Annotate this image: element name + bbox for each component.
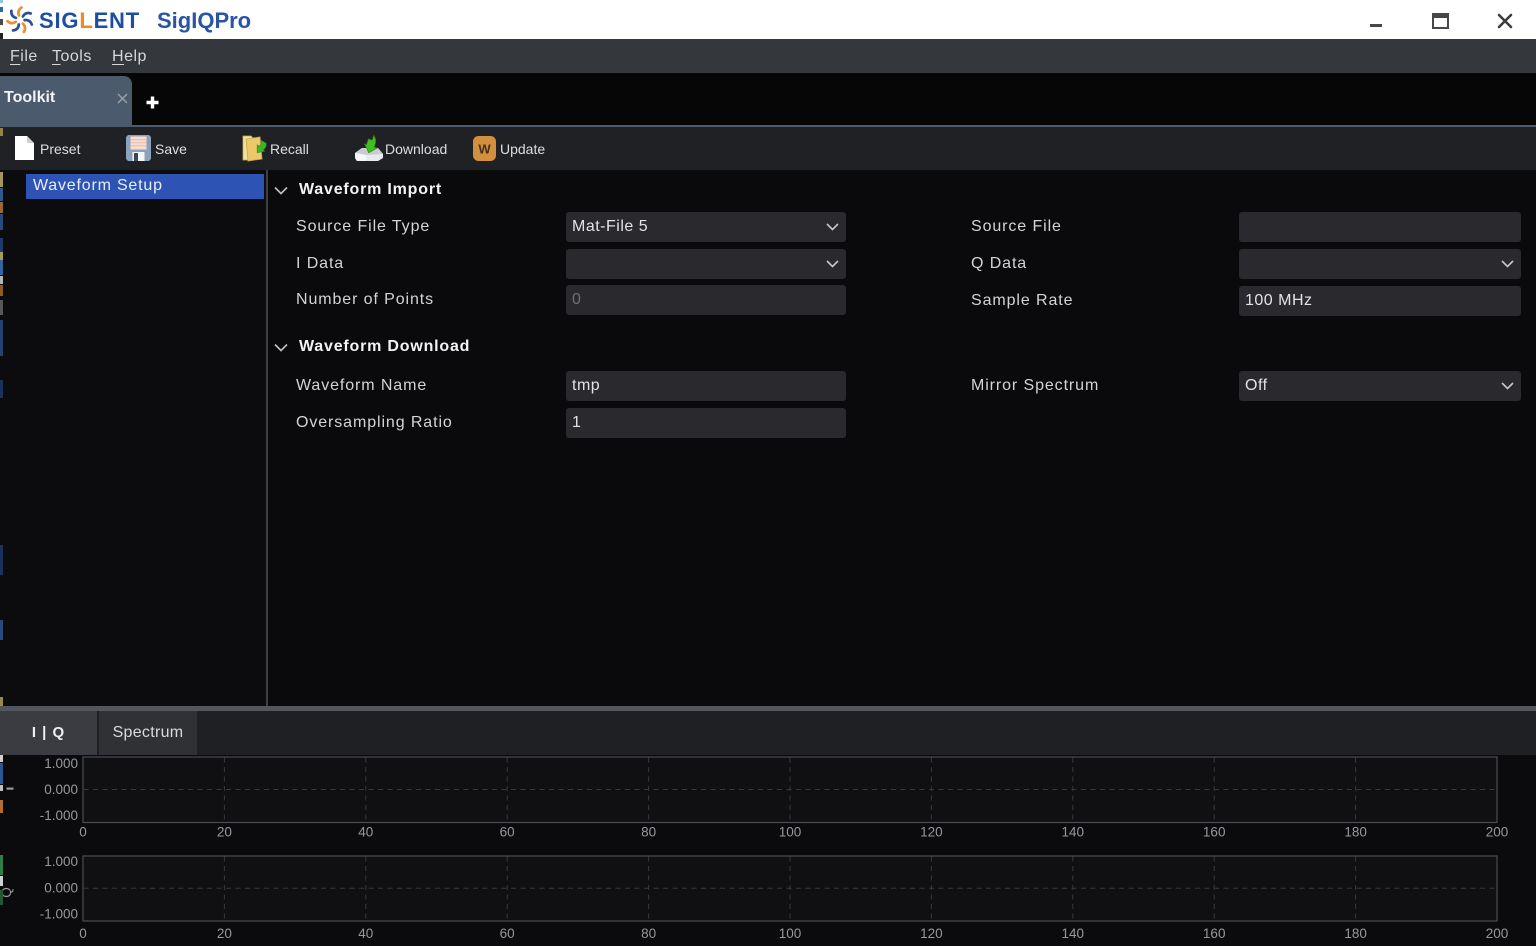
svg-text:60: 60	[500, 926, 515, 941]
svg-text:0.000: 0.000	[44, 881, 78, 896]
svg-text:160: 160	[1203, 825, 1226, 840]
svg-text:1.000: 1.000	[44, 756, 78, 771]
svg-text:20: 20	[217, 825, 232, 840]
svg-text:140: 140	[1062, 825, 1085, 840]
svg-text:0: 0	[79, 825, 87, 840]
svg-text:180: 180	[1344, 825, 1367, 840]
svg-text:0.000: 0.000	[44, 782, 78, 797]
svg-text:0: 0	[79, 926, 87, 941]
svg-text:-1.000: -1.000	[40, 907, 78, 922]
svg-text:80: 80	[641, 926, 656, 941]
svg-text:200: 200	[1486, 825, 1509, 840]
svg-text:200: 200	[1486, 926, 1509, 941]
svg-text:20: 20	[217, 926, 232, 941]
svg-text:1.000: 1.000	[44, 854, 78, 869]
svg-text:100: 100	[779, 926, 802, 941]
svg-text:80: 80	[641, 825, 656, 840]
svg-text:-1.000: -1.000	[40, 808, 78, 823]
svg-text:40: 40	[358, 926, 373, 941]
svg-text:40: 40	[358, 825, 373, 840]
svg-text:180: 180	[1344, 926, 1367, 941]
svg-text:120: 120	[920, 825, 943, 840]
svg-text:60: 60	[500, 825, 515, 840]
svg-text:100: 100	[779, 825, 802, 840]
svg-text:160: 160	[1203, 926, 1226, 941]
svg-text:140: 140	[1062, 926, 1085, 941]
svg-text:120: 120	[920, 926, 943, 941]
svg-text:W: W	[478, 142, 491, 157]
